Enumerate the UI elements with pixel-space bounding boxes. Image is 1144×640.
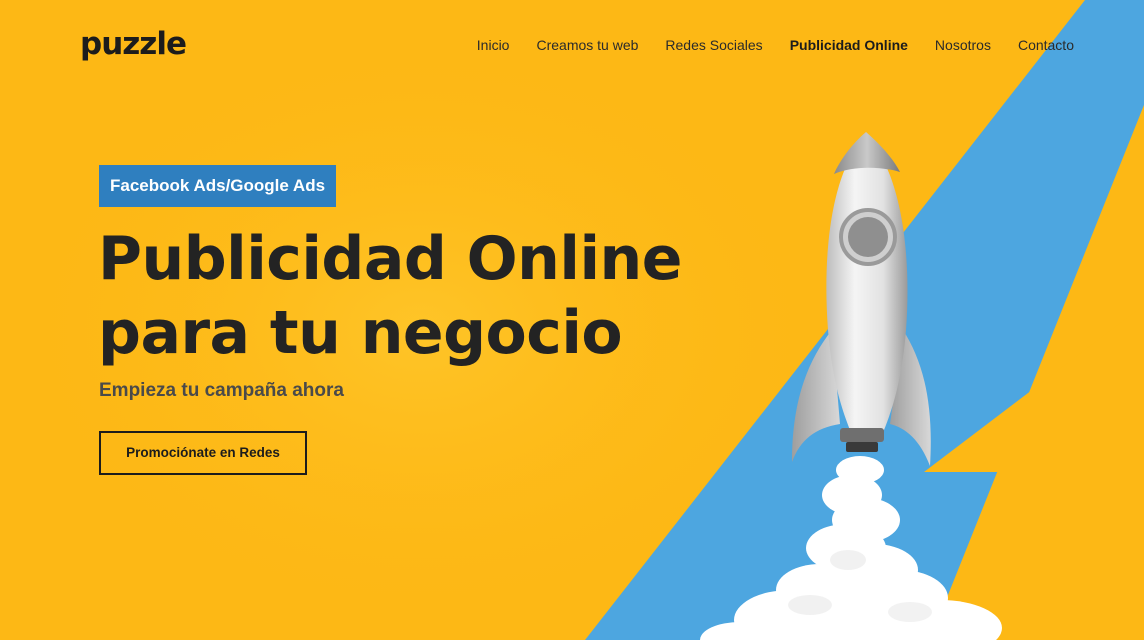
hero-subheadline: Empieza tu campaña ahora: [99, 380, 344, 401]
hero-section: puzzle Inicio Creamos tu web Redes Socia…: [0, 0, 1144, 640]
nav-item-inicio[interactable]: Inicio: [477, 37, 510, 53]
hero-headline: Publicidad Online para tu negocio: [98, 222, 682, 370]
category-badge: Facebook Ads/Google Ads: [99, 165, 337, 207]
hero-headline-line-2: para tu negocio: [98, 298, 623, 368]
nav-item-publicidad-online[interactable]: Publicidad Online: [790, 37, 908, 53]
hero-headline-line-1: Publicidad Online: [98, 224, 682, 294]
main-navigation: Inicio Creamos tu web Redes Sociales Pub…: [450, 37, 1074, 53]
puzzle-logo[interactable]: puzzle: [80, 26, 187, 62]
nav-item-nosotros[interactable]: Nosotros: [935, 37, 991, 53]
nav-item-redes-sociales[interactable]: Redes Sociales: [665, 37, 762, 53]
nav-item-contacto[interactable]: Contacto: [1018, 37, 1074, 53]
nav-item-creamos-tu-web[interactable]: Creamos tu web: [536, 37, 638, 53]
promote-cta-button[interactable]: Promociónate en Redes: [99, 431, 307, 475]
site-header: puzzle Inicio Creamos tu web Redes Socia…: [0, 0, 1144, 92]
